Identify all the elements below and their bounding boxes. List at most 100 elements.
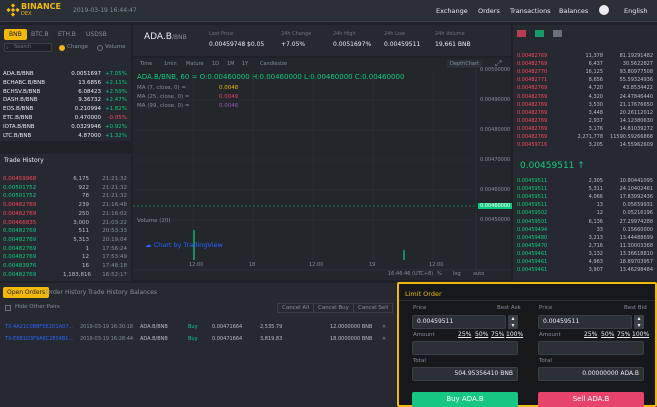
ask-row[interactable]: 0.00482769 3,448 20.26112012	[513, 109, 655, 117]
pair-change: +2.59%	[104, 88, 127, 95]
chart-toolbar-item[interactable]: 1min	[161, 60, 180, 68]
buy-price-input[interactable]: 0.00459511	[412, 315, 506, 329]
close-icon[interactable]: ✕	[382, 322, 386, 333]
bid-row[interactable]: 0.00459480 3,213 13.44488699	[513, 234, 655, 242]
pair-row[interactable]: ETC.B/BNB 0.470000 -0.05%	[3, 114, 127, 123]
depth-chart-button[interactable]: DepthChart	[447, 60, 482, 68]
ask-row[interactable]: 0.00459716 3,205 14.55962609	[513, 141, 655, 149]
chevron-down-icon[interactable]: ▾	[636, 323, 642, 329]
search-input[interactable]: Search	[4, 43, 52, 52]
pair-row[interactable]: BCHABC.B/BNB 13.6856 +2.11%	[3, 79, 127, 88]
order-id[interactable]: TX-4A21C0B8F5E2D1A07...	[5, 322, 73, 333]
tab-usdsb[interactable]: USDSB	[81, 29, 112, 40]
sell-pct-50[interactable]: 50%	[601, 331, 614, 338]
ask-row[interactable]: 0.00482769 2,271,778 11590.59266868	[513, 133, 655, 141]
nav-balances[interactable]: Balances	[559, 7, 588, 15]
chart-toolbar-item[interactable]: 1D	[209, 60, 222, 68]
ask-row[interactable]: 0.00482769 3,530 21.17676650	[513, 101, 655, 109]
chevron-up-icon[interactable]: ▴	[510, 316, 516, 322]
ask-row[interactable]: 0.00482769 4,320 24.47846440	[513, 93, 655, 101]
pair-row[interactable]: LTC.B/BNB 4.87000 +1.32%	[3, 132, 127, 141]
best-bid-label[interactable]: Best Bid	[624, 305, 647, 311]
buy-pct-25[interactable]: 25%	[458, 331, 471, 338]
pair-row[interactable]: IOTA.B/BNB 0.0329946 +0.92%	[3, 123, 127, 132]
sell-pct-25[interactable]: 25%	[584, 331, 597, 338]
chart-toolbar-item[interactable]: 1Y	[239, 60, 251, 68]
trade-time: 17:53:49	[102, 254, 127, 261]
change-radio[interactable]	[59, 45, 65, 51]
ask-row[interactable]: 0.00482769 2,937 14.12380630	[513, 117, 655, 125]
tab-trade-history[interactable]: Trade History	[84, 287, 132, 298]
price-chart[interactable]: Time 1min Mature 1D 1M 1Y Candlesize DepthChar…	[133, 58, 513, 280]
trade-row: 0.00483976 16 17:48:18	[3, 262, 127, 271]
cancel-buy-button[interactable]: Cancel Buy	[313, 303, 354, 313]
buy-pct-50[interactable]: 50%	[475, 331, 488, 338]
sell-amount-input[interactable]	[538, 341, 644, 355]
buy-button[interactable]: Buy ADA.B	[412, 392, 518, 407]
book-view-asks-icon[interactable]	[553, 30, 562, 37]
ask-row[interactable]: 0.00482769 3,176 14.81039272	[513, 125, 655, 133]
tab-balances[interactable]: Balances	[126, 287, 161, 298]
sell-pct-75[interactable]: 75%	[617, 331, 630, 338]
trade-row: 0.00501752 922 21:21:32	[3, 184, 127, 193]
ask-row[interactable]: 0.00482771 8,656 55.59324936	[513, 76, 655, 84]
best-ask-label[interactable]: Best Ask	[497, 305, 521, 311]
user-icon[interactable]	[599, 5, 609, 15]
sell-price-stepper[interactable]: ▴ ▾	[634, 315, 644, 329]
buy-price-stepper[interactable]: ▴ ▾	[508, 315, 518, 329]
ask-row[interactable]: 0.00482769 4,720 43.8534422	[513, 84, 655, 92]
sell-pct-100[interactable]: 100%	[632, 331, 649, 338]
nav-language[interactable]: English	[624, 7, 647, 15]
binance-logo-icon[interactable]	[6, 3, 20, 17]
book-view-both-icon[interactable]	[517, 30, 526, 37]
bid-row[interactable]: 0.00459501 6,136 27.29974288	[513, 218, 655, 226]
ask-row[interactable]: 0.00482769 6,437 30.5622827	[513, 60, 655, 68]
sell-button[interactable]: Sell ADA.B	[538, 392, 644, 407]
ask-row[interactable]: 0.00482770 16,125 93.80977508	[513, 68, 655, 76]
pair-row[interactable]: EOS.B/BNB 0.210994 +1.82%	[3, 105, 127, 114]
order-id[interactable]: TX-E8B1D3F9A6C2E04B1...	[5, 334, 73, 345]
book-view-bids-icon[interactable]	[535, 30, 544, 37]
cancel-sell-button[interactable]: Cancel Sell	[353, 303, 394, 313]
nav-transactions[interactable]: Transactions	[510, 7, 551, 15]
buy-pct-100[interactable]: 100%	[506, 331, 523, 338]
bid-row[interactable]: 0.00459470 2,716 11.30003368	[513, 242, 655, 250]
bid-row[interactable]: 0.00459461 4,963 18.89703957	[513, 258, 655, 266]
chart-toolbar-item[interactable]: Time	[137, 60, 155, 68]
chart-toolbar-item[interactable]: Mature	[183, 60, 207, 68]
pair-row[interactable]: DASH.B/BNB 9.36732 +2.47%	[3, 96, 127, 105]
bid-row[interactable]: 0.00459511 5,311 24.10402461	[513, 185, 655, 193]
bid-row[interactable]: 0.00459511 4,066 17.83092436	[513, 193, 655, 201]
trade-row: 0.00482769 1,183,816 16:52:17	[3, 271, 127, 280]
nav-orders[interactable]: Orders	[478, 7, 500, 15]
buy-pct-75[interactable]: 75%	[491, 331, 504, 338]
pair-row[interactable]: ADA.B/BNB 0.0051697 +7.05%	[3, 70, 127, 79]
chevron-up-icon[interactable]: ▴	[636, 316, 642, 322]
tab-eth[interactable]: ETH.B	[53, 29, 81, 40]
bid-row[interactable]: 0.00459511 13 0.05659931	[513, 201, 655, 209]
trade-row: 0.00459968 6,175 21:21:32	[3, 175, 127, 184]
bid-row[interactable]: 0.00459461 3,132 13.36618810	[513, 250, 655, 258]
nav-exchange[interactable]: Exchange	[436, 7, 468, 15]
buy-amount-input[interactable]	[412, 341, 518, 355]
tab-bnb[interactable]: BNB	[4, 29, 27, 40]
hide-other-pairs-checkbox[interactable]	[5, 305, 11, 311]
log-toggle[interactable]: log	[453, 271, 461, 277]
chevron-down-icon[interactable]: ▾	[510, 323, 516, 329]
auto-toggle[interactable]: auto	[473, 271, 484, 277]
bid-row[interactable]: 0.00459461 3,907 13.46298484	[513, 266, 655, 274]
close-icon[interactable]: ✕	[382, 334, 386, 345]
cancel-all-button[interactable]: Cancel All	[277, 303, 315, 313]
percent-toggle[interactable]: %	[437, 271, 442, 277]
tab-btc[interactable]: BTC.B	[26, 29, 54, 40]
bid-row[interactable]: 0.00459511 2,305 10.80441095	[513, 177, 655, 185]
bid-row[interactable]: 0.00459494 33 0.15660000	[513, 226, 655, 234]
chart-toolbar-item[interactable]: Candlesize	[257, 60, 290, 68]
chart-toolbar-item[interactable]: 1M	[224, 60, 238, 68]
sell-total-field: 0.00000000 ADA.B	[538, 367, 644, 381]
sell-price-input[interactable]: 0.00459511	[538, 315, 632, 329]
bid-row[interactable]: 0.00459502 12 0.05216196	[513, 209, 655, 217]
ask-row[interactable]: 0.00482769 11,378 81.19291482	[513, 52, 655, 60]
pair-row[interactable]: BCHSV.B/BNB 6.08423 +2.59%	[3, 88, 127, 97]
volume-radio[interactable]	[97, 45, 103, 51]
